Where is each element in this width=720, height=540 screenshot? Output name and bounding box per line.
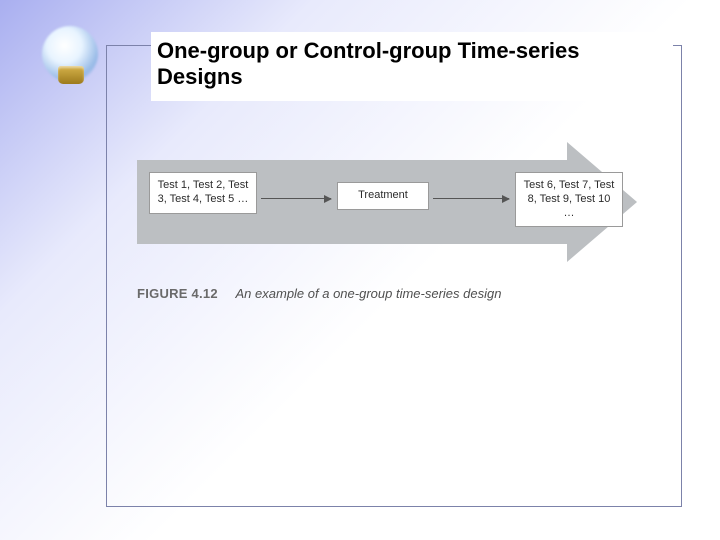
connector-arrow-icon [433, 198, 509, 199]
stage-label: Treatment [358, 189, 408, 201]
slide-title: One-group or Control-group Time-series D… [157, 38, 667, 91]
process-arrow: Test 1, Test 2, Test 3, Test 4, Test 5 …… [137, 142, 651, 262]
content-frame: One-group or Control-group Time-series D… [106, 45, 682, 507]
stage-treatment: Treatment [337, 182, 429, 210]
figure-number: FIGURE 4.12 [137, 286, 218, 301]
stage-posttests: Test 6, Test 7, Test 8, Test 9, Test 10 … [515, 172, 623, 227]
stage-label: Test 1, Test 2, Test 3, Test 4, Test 5 … [158, 179, 249, 205]
connector-arrow-icon [261, 198, 331, 199]
figure-area: Test 1, Test 2, Test 3, Test 4, Test 5 …… [137, 142, 651, 342]
title-block: One-group or Control-group Time-series D… [151, 32, 673, 101]
lightbulb-icon [34, 18, 114, 98]
stage-pretests: Test 1, Test 2, Test 3, Test 4, Test 5 … [149, 172, 257, 214]
figure-caption: FIGURE 4.12 An example of a one-group ti… [137, 286, 651, 301]
figure-caption-text: An example of a one-group time-series de… [236, 286, 502, 301]
slide: One-group or Control-group Time-series D… [0, 0, 720, 540]
stage-label: Test 6, Test 7, Test 8, Test 9, Test 10 … [524, 179, 615, 219]
